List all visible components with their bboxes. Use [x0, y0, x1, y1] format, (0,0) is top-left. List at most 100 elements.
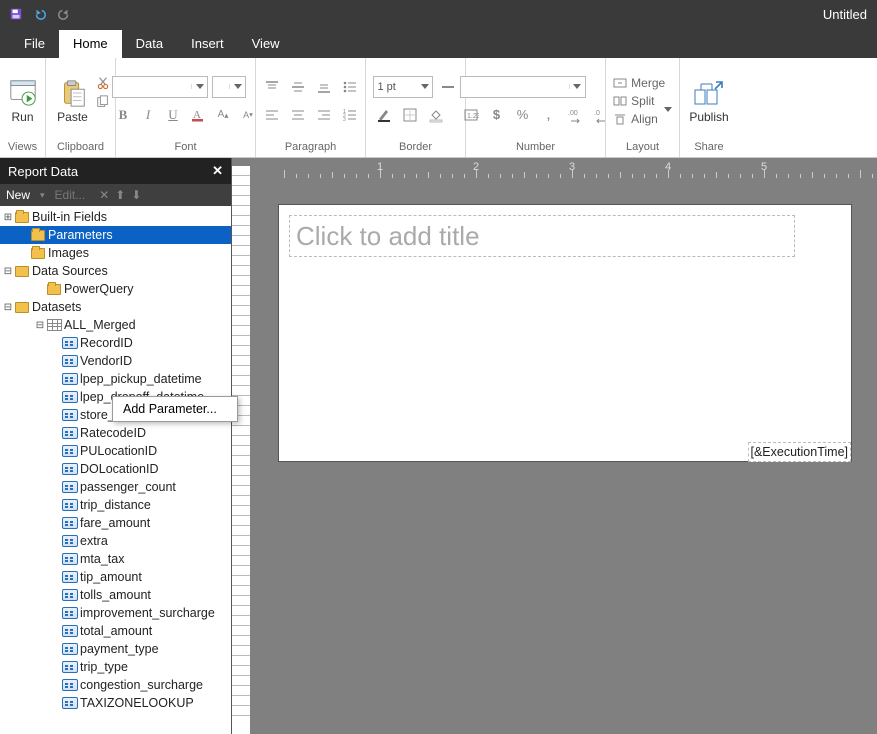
panel-header: Report Data ✕: [0, 158, 231, 184]
tree-datasets[interactable]: ⊟Datasets: [0, 298, 231, 316]
tree-field[interactable]: ·mta_tax: [0, 550, 231, 568]
tree-built-in-fields[interactable]: ⊞Built-in Fields: [0, 208, 231, 226]
tree-powerquery[interactable]: ·PowerQuery: [0, 280, 231, 298]
tab-insert[interactable]: Insert: [177, 30, 238, 58]
ribbon-group-border: 1 pt Border: [366, 58, 466, 157]
align-button[interactable]: Align: [611, 111, 674, 127]
tree-field[interactable]: ·trip_type: [0, 658, 231, 676]
italic-button[interactable]: I: [137, 104, 159, 126]
tree-field[interactable]: ·tip_amount: [0, 568, 231, 586]
border-style-button[interactable]: [437, 76, 459, 98]
run-button[interactable]: Run: [2, 76, 44, 126]
tab-home[interactable]: Home: [59, 30, 122, 58]
tree-field[interactable]: ·DOLocationID: [0, 460, 231, 478]
context-menu: Add Parameter...: [112, 396, 238, 422]
tree-field[interactable]: ·improvement_surcharge: [0, 604, 231, 622]
report-page[interactable]: Click to add title [&ExecutionTime]: [278, 204, 852, 462]
window-title: Untitled: [823, 7, 871, 22]
font-color-button[interactable]: A: [187, 104, 209, 126]
toolbar-new[interactable]: New: [6, 188, 30, 202]
svg-text:.0: .0: [594, 110, 600, 117]
design-canvas: /* decorative */ 12345 Click to add titl…: [232, 158, 877, 734]
tree-field[interactable]: ·PULocationID: [0, 442, 231, 460]
align-left-button[interactable]: [261, 104, 283, 126]
close-icon[interactable]: ✕: [212, 163, 223, 179]
tab-view[interactable]: View: [238, 30, 294, 58]
group-label-clipboard: Clipboard: [52, 139, 109, 155]
tree-field[interactable]: ·RecordID: [0, 334, 231, 352]
align-right-button[interactable]: [313, 104, 335, 126]
border-color-button[interactable]: [373, 104, 395, 126]
chevron-down-icon: [196, 84, 204, 89]
tree-field[interactable]: ·extra: [0, 532, 231, 550]
tree-field[interactable]: ·fare_amount: [0, 514, 231, 532]
borders-button[interactable]: [399, 104, 421, 126]
increase-decimal-button[interactable]: .00: [564, 104, 586, 126]
undo-icon[interactable]: [30, 4, 50, 24]
paste-icon: [58, 78, 88, 108]
underline-button[interactable]: U: [162, 104, 184, 126]
bullets-button[interactable]: [339, 76, 361, 98]
svg-text:.00: .00: [568, 110, 578, 117]
tree-field[interactable]: ·TAXIZONELOOKUP: [0, 694, 231, 712]
tree-field[interactable]: ·total_amount: [0, 622, 231, 640]
font-size-combo[interactable]: [212, 76, 246, 98]
placeholder-button[interactable]: 1.23: [460, 104, 482, 126]
bold-button[interactable]: B: [112, 104, 134, 126]
tree-field[interactable]: ·lpep_pickup_datetime: [0, 370, 231, 388]
tree-field[interactable]: ·RatecodeID: [0, 424, 231, 442]
tree-field[interactable]: ·VendorID: [0, 352, 231, 370]
execution-time-textbox[interactable]: [&ExecutionTime]: [748, 442, 852, 462]
group-label-paragraph: Paragraph: [262, 139, 359, 155]
tree-dataset-all-merged[interactable]: ⊟ALL_Merged: [0, 316, 231, 334]
align-bottom-button[interactable]: [313, 76, 335, 98]
percent-button[interactable]: %: [512, 104, 534, 126]
tab-file[interactable]: File: [10, 30, 59, 58]
align-center-button[interactable]: [287, 104, 309, 126]
group-label-number: Number: [472, 139, 599, 155]
group-label-layout: Layout: [612, 139, 673, 155]
group-label-border: Border: [372, 139, 459, 155]
report-data-panel: Report Data ✕ New ▾ Edit... ✕ ⬆ ⬇ ⊞Built…: [0, 158, 232, 734]
move-up-icon[interactable]: ⬆: [115, 188, 125, 202]
title-bar: Untitled: [0, 0, 877, 28]
tree-field[interactable]: ·passenger_count: [0, 478, 231, 496]
tree-parameters[interactable]: ·Parameters: [0, 226, 231, 244]
border-weight-combo[interactable]: 1 pt: [373, 76, 433, 98]
chevron-down-icon: [573, 84, 581, 89]
menu-add-parameter[interactable]: Add Parameter...: [113, 397, 237, 421]
redo-icon[interactable]: [54, 4, 74, 24]
font-name-combo[interactable]: [112, 76, 208, 98]
move-down-icon[interactable]: ⬇: [131, 188, 141, 202]
align-middle-button[interactable]: [287, 76, 309, 98]
ribbon-group-font: B I U A A▴ A▾ Font: [116, 58, 256, 157]
cut-icon[interactable]: [96, 76, 110, 93]
comma-button[interactable]: ,: [538, 104, 560, 126]
grow-font-button[interactable]: A▴: [212, 104, 234, 126]
chevron-down-icon: [234, 84, 242, 89]
save-icon[interactable]: [6, 4, 26, 24]
tree-data-sources[interactable]: ⊟Data Sources: [0, 262, 231, 280]
tree-field[interactable]: ·payment_type: [0, 640, 231, 658]
horizontal-ruler: 12345: [278, 158, 877, 178]
tree-images[interactable]: ·Images: [0, 244, 231, 262]
ribbon-group-views: Run Views: [0, 58, 46, 157]
delete-icon[interactable]: ✕: [99, 188, 109, 202]
align-top-button[interactable]: [261, 76, 283, 98]
tree-field[interactable]: ·trip_distance: [0, 496, 231, 514]
copy-icon[interactable]: [96, 95, 110, 112]
number-format-combo[interactable]: [460, 76, 586, 98]
tab-data[interactable]: Data: [122, 30, 177, 58]
numbering-button[interactable]: 123: [339, 104, 361, 126]
merge-button[interactable]: Merge: [611, 75, 674, 91]
fill-color-button[interactable]: [425, 104, 447, 126]
title-placeholder[interactable]: Click to add title: [289, 215, 795, 257]
tree-field[interactable]: ·tolls_amount: [0, 586, 231, 604]
merge-icon: [613, 76, 627, 90]
toolbar-edit: Edit...: [55, 188, 86, 202]
paste-button[interactable]: Paste: [51, 76, 94, 126]
currency-button[interactable]: $: [486, 104, 508, 126]
ribbon-tabstrip: File Home Data Insert View: [0, 28, 877, 58]
publish-button[interactable]: Publish: [683, 76, 734, 126]
tree-field[interactable]: ·congestion_surcharge: [0, 676, 231, 694]
